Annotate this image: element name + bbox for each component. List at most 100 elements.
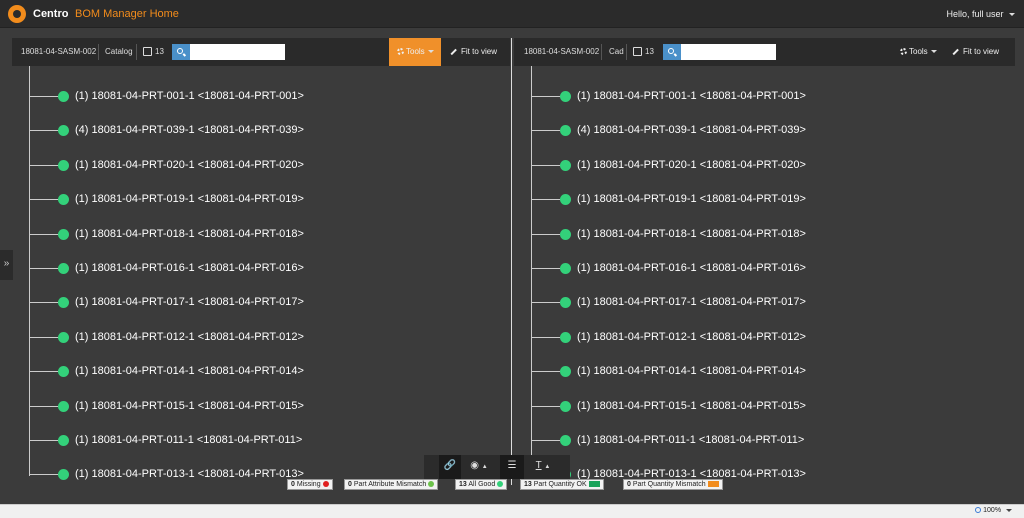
right-part-count: 13 bbox=[645, 47, 654, 56]
legend-chip[interactable]: 0 Part Attribute Mismatch bbox=[344, 479, 439, 490]
tree-node-label[interactable]: (1) 18081-04-PRT-017-1 <18081-04-PRT-017… bbox=[75, 296, 304, 308]
tree-node-label[interactable]: (1) 18081-04-PRT-015-1 <18081-04-PRT-015… bbox=[75, 400, 304, 412]
legend-label: Part Attribute Mismatch bbox=[353, 481, 427, 488]
tree-branch bbox=[29, 233, 58, 235]
legend-label: Part Quantity OK bbox=[533, 481, 587, 488]
status-dot-icon[interactable] bbox=[58, 331, 69, 343]
right-source-label: Cad bbox=[609, 47, 624, 56]
tree-node-label[interactable]: (1) 18081-04-PRT-019-1 <18081-04-PRT-019… bbox=[75, 193, 304, 205]
chevron-down-icon bbox=[1006, 508, 1012, 512]
status-dot-icon[interactable] bbox=[560, 194, 571, 206]
left-pane-toolbar: 18081-04-SASM-002 Catalog 13 Tools Fit t… bbox=[12, 38, 510, 66]
left-tools-dropdown[interactable]: Tools bbox=[389, 38, 441, 66]
centro-logo-icon[interactable] bbox=[8, 5, 26, 23]
status-dot-icon[interactable] bbox=[58, 297, 69, 309]
legend-chip[interactable]: 13 Part Quantity OK bbox=[520, 479, 604, 490]
right-fit-label: Fit to view bbox=[963, 47, 1000, 56]
tree-branch bbox=[531, 96, 560, 97]
status-dot-icon[interactable] bbox=[58, 194, 69, 206]
legend-count: 0 bbox=[291, 481, 295, 488]
expand-sidebar-button[interactable]: » bbox=[0, 250, 13, 280]
tree-node-label[interactable]: (1) 18081-04-PRT-020-1 <18081-04-PRT-020… bbox=[577, 159, 806, 171]
tree-node-label[interactable]: (1) 18081-04-PRT-001-1 <18081-04-PRT-001… bbox=[75, 90, 304, 102]
status-dot-icon[interactable] bbox=[58, 228, 69, 240]
tree-branch bbox=[531, 371, 560, 373]
tree-node-label[interactable]: (1) 18081-04-PRT-019-1 <18081-04-PRT-019… bbox=[577, 193, 806, 205]
status-dot-icon[interactable] bbox=[58, 125, 69, 137]
right-fit-to-view-button[interactable]: Fit to view bbox=[952, 47, 999, 56]
status-dot-icon[interactable] bbox=[560, 297, 571, 309]
status-dot-icon[interactable] bbox=[560, 91, 571, 102]
tree-node-label[interactable]: (1) 18081-04-PRT-015-1 <18081-04-PRT-015… bbox=[577, 400, 806, 412]
status-dot-icon[interactable] bbox=[58, 366, 69, 378]
right-search-input[interactable] bbox=[681, 44, 776, 60]
separator bbox=[626, 44, 627, 60]
status-dot-icon[interactable] bbox=[560, 435, 571, 446]
separator bbox=[136, 44, 137, 60]
tree-branch bbox=[531, 440, 560, 441]
expand-icon bbox=[450, 48, 457, 55]
status-dot-icon[interactable] bbox=[58, 91, 69, 102]
tree-node-label[interactable]: (1) 18081-04-PRT-018-1 <18081-04-PRT-018… bbox=[577, 228, 806, 240]
pane-divider[interactable] bbox=[511, 38, 512, 485]
status-dot-icon[interactable] bbox=[560, 263, 571, 274]
status-dot-icon[interactable] bbox=[58, 469, 69, 480]
text-format-icon[interactable]: T ▲ bbox=[528, 455, 558, 479]
user-menu[interactable]: Hello, full user bbox=[946, 9, 1015, 19]
tree-node-label[interactable]: (1) 18081-04-PRT-016-1 <18081-04-PRT-016… bbox=[75, 262, 304, 274]
status-dot-icon[interactable] bbox=[560, 400, 571, 412]
brand-name[interactable]: Centro bbox=[33, 8, 68, 20]
tree-node-label[interactable]: (4) 18081-04-PRT-039-1 <18081-04-PRT-039… bbox=[75, 124, 304, 136]
left-search-input[interactable] bbox=[190, 44, 285, 60]
tree-node-label[interactable]: (1) 18081-04-PRT-001-1 <18081-04-PRT-001… bbox=[577, 90, 806, 102]
tree-node-label[interactable]: (1) 18081-04-PRT-011-1 <18081-04-PRT-011… bbox=[75, 434, 302, 446]
zoom-control[interactable]: 100% bbox=[975, 507, 1012, 514]
legend-chip[interactable]: 13 All Good bbox=[455, 479, 508, 490]
right-tools-dropdown[interactable]: Tools bbox=[900, 38, 942, 66]
tree-node-label[interactable]: (1) 18081-04-PRT-012-1 <18081-04-PRT-012… bbox=[577, 331, 806, 343]
status-dot-icon[interactable] bbox=[58, 159, 69, 171]
tree-node-label[interactable]: (1) 18081-04-PRT-020-1 <18081-04-PRT-020… bbox=[75, 159, 304, 171]
separator bbox=[601, 44, 602, 60]
status-dot-icon[interactable] bbox=[560, 228, 571, 240]
legend-chip[interactable]: 0 Missing bbox=[287, 479, 333, 490]
legend-chip[interactable]: 0 Part Quantity Mismatch bbox=[623, 479, 723, 490]
list-view-icon[interactable]: ☰ bbox=[500, 455, 524, 479]
zoom-level: 100% bbox=[983, 507, 1002, 514]
status-dot-icon[interactable] bbox=[58, 400, 69, 412]
tree-node-label[interactable]: (1) 18081-04-PRT-013-1 <18081-04-PRT-013… bbox=[75, 468, 304, 480]
left-bom-tree[interactable]: (1) 18081-04-PRT-001-1 <18081-04-PRT-001… bbox=[12, 66, 510, 480]
tree-branch bbox=[531, 130, 560, 132]
right-tools-label: Tools bbox=[909, 47, 928, 56]
right-search-button[interactable] bbox=[663, 44, 681, 60]
legend-label: Part Quantity Mismatch bbox=[632, 481, 706, 488]
tree-branch bbox=[531, 164, 560, 166]
left-fit-to-view-button[interactable]: Fit to view bbox=[450, 47, 497, 56]
app-title[interactable]: BOM Manager Home bbox=[75, 8, 179, 20]
status-dot-icon[interactable] bbox=[560, 125, 571, 137]
right-bom-tree[interactable]: (1) 18081-04-PRT-001-1 <18081-04-PRT-001… bbox=[514, 66, 1015, 480]
tree-branch bbox=[29, 405, 58, 407]
link-icon[interactable]: 🔗 bbox=[439, 455, 461, 479]
left-search-button[interactable] bbox=[172, 44, 190, 60]
status-dot-icon[interactable] bbox=[58, 435, 69, 446]
legend-marker-icon bbox=[588, 481, 600, 487]
chevron-down-icon bbox=[427, 50, 434, 54]
status-dot-icon[interactable] bbox=[58, 263, 69, 274]
tree-node-label[interactable]: (1) 18081-04-PRT-014-1 <18081-04-PRT-014… bbox=[577, 365, 806, 377]
tree-node-label[interactable]: (1) 18081-04-PRT-017-1 <18081-04-PRT-017… bbox=[577, 296, 806, 308]
status-dot-icon[interactable] bbox=[560, 159, 571, 171]
tree-node-label[interactable]: (1) 18081-04-PRT-012-1 <18081-04-PRT-012… bbox=[75, 331, 304, 343]
left-assembly-name: 18081-04-SASM-002 bbox=[21, 47, 97, 56]
tree-branch bbox=[29, 302, 58, 304]
chevron-down-icon bbox=[930, 50, 937, 54]
tree-node-label[interactable]: (1) 18081-04-PRT-016-1 <18081-04-PRT-016… bbox=[577, 262, 806, 274]
tree-node-label[interactable]: (4) 18081-04-PRT-039-1 <18081-04-PRT-039… bbox=[577, 124, 806, 136]
status-dot-icon[interactable] bbox=[560, 366, 571, 378]
tree-node-label[interactable]: (1) 18081-04-PRT-014-1 <18081-04-PRT-014… bbox=[75, 365, 304, 377]
tree-branch bbox=[531, 268, 560, 269]
status-dot-icon[interactable] bbox=[560, 331, 571, 343]
globe-icon[interactable]: ◉ ▲ bbox=[464, 455, 494, 479]
tree-node-label[interactable]: (1) 18081-04-PRT-018-1 <18081-04-PRT-018… bbox=[75, 228, 304, 240]
tree-node-label[interactable]: (1) 18081-04-PRT-011-1 <18081-04-PRT-011… bbox=[577, 434, 804, 446]
